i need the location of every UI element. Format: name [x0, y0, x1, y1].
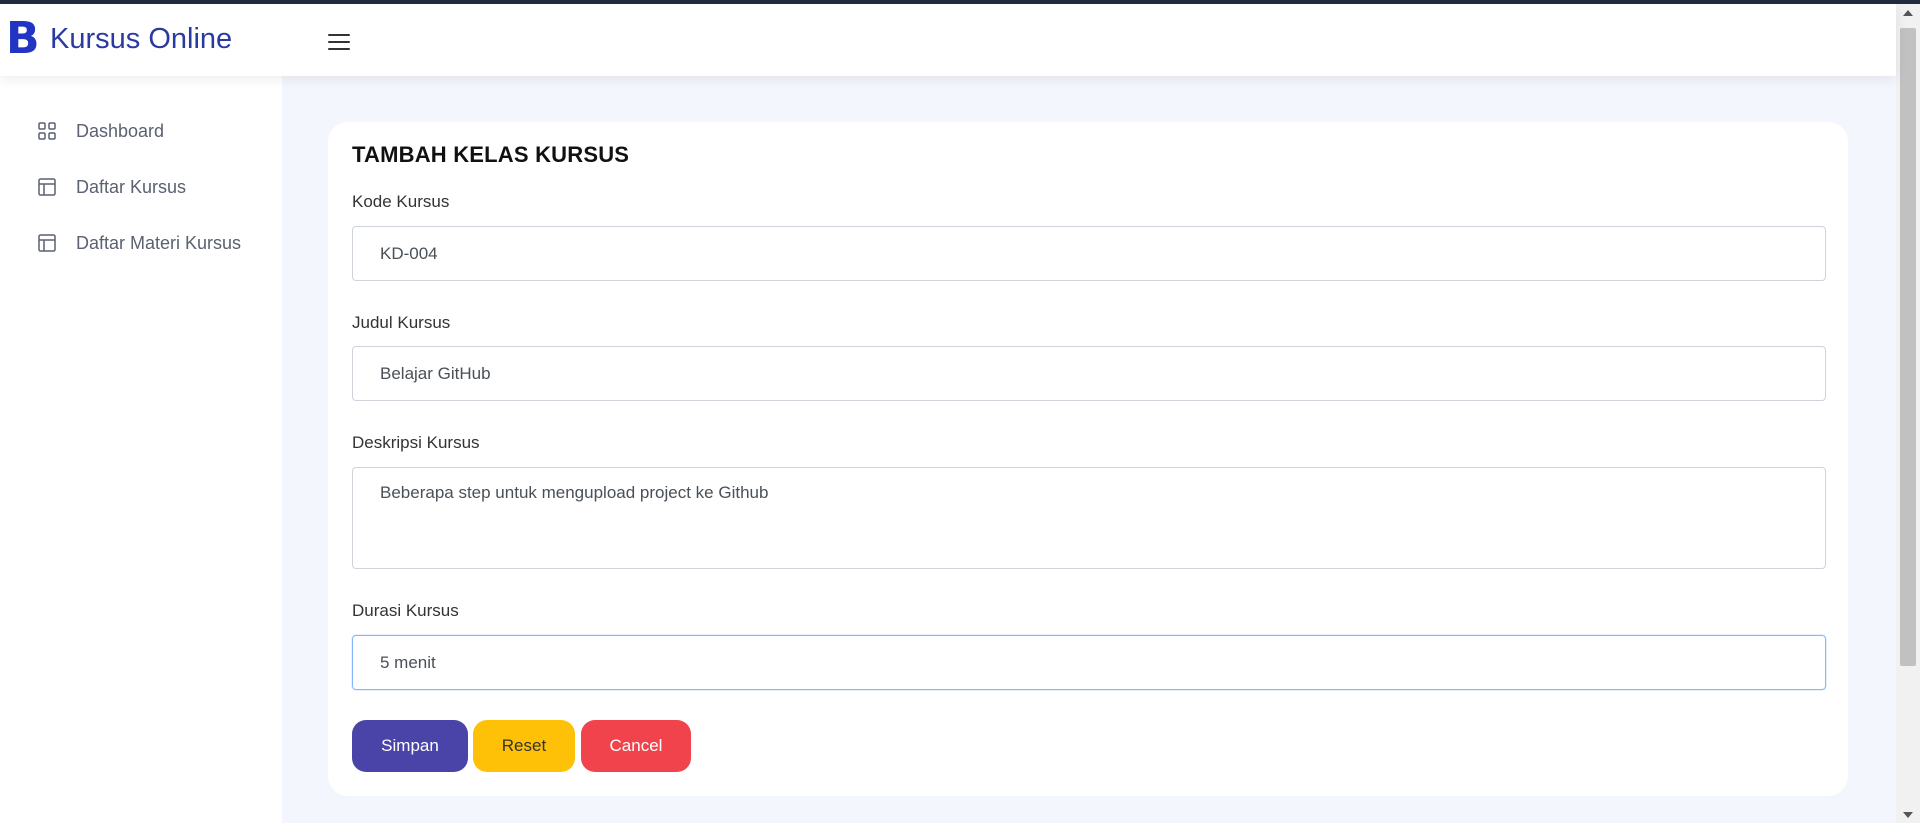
- sidebar-item-label: Daftar Materi Kursus: [76, 232, 242, 253]
- scrollbar-thumb[interactable]: [1900, 28, 1916, 666]
- form-card: TAMBAH KELAS KURSUS Kode Kursus KD-004 J…: [328, 122, 1848, 796]
- deskripsi-kursus-label: Deskripsi Kursus: [352, 433, 480, 452]
- scroll-up-arrow-icon[interactable]: [1903, 10, 1913, 16]
- judul-kursus-label: Judul Kursus: [352, 313, 451, 332]
- layout-icon: [36, 176, 58, 198]
- page-title: TAMBAH KELAS KURSUS: [352, 142, 630, 167]
- layout-icon: [36, 232, 58, 254]
- deskripsi-kursus-textarea[interactable]: Beberapa step untuk mengupload project k…: [352, 467, 1826, 569]
- scroll-down-arrow-icon[interactable]: [1903, 812, 1913, 818]
- sidebar-item-label: Dashboard: [76, 120, 165, 141]
- sidebar: Dashboard Daftar Kursus Daftar Materi Ku…: [0, 76, 282, 823]
- kode-kursus-label: Kode Kursus: [352, 192, 450, 211]
- sidebar-item-label: Daftar Kursus: [76, 176, 187, 197]
- reset-button[interactable]: Reset: [473, 720, 575, 772]
- cancel-button[interactable]: Cancel: [581, 720, 691, 772]
- hamburger-menu-icon[interactable]: [328, 34, 350, 50]
- save-button[interactable]: Simpan: [352, 720, 468, 772]
- sidebar-item-dashboard[interactable]: Dashboard: [36, 120, 164, 142]
- kode-kursus-input[interactable]: KD-004: [352, 226, 1826, 281]
- app-title: Kursus Online: [50, 23, 233, 55]
- brand[interactable]: B Kursus Online: [6, 17, 232, 61]
- sidebar-item-daftar-materi-kursus[interactable]: Daftar Materi Kursus: [36, 232, 241, 254]
- top-navbar: B Kursus Online: [0, 4, 1896, 76]
- grid-icon: [36, 120, 58, 142]
- judul-kursus-input[interactable]: Belajar GitHub: [352, 346, 1826, 401]
- logo: B: [6, 13, 40, 64]
- vertical-scrollbar[interactable]: [1896, 4, 1920, 823]
- durasi-kursus-label: Durasi Kursus: [352, 601, 459, 620]
- sidebar-item-daftar-kursus[interactable]: Daftar Kursus: [36, 176, 186, 198]
- durasi-kursus-input[interactable]: 5 menit: [352, 635, 1826, 690]
